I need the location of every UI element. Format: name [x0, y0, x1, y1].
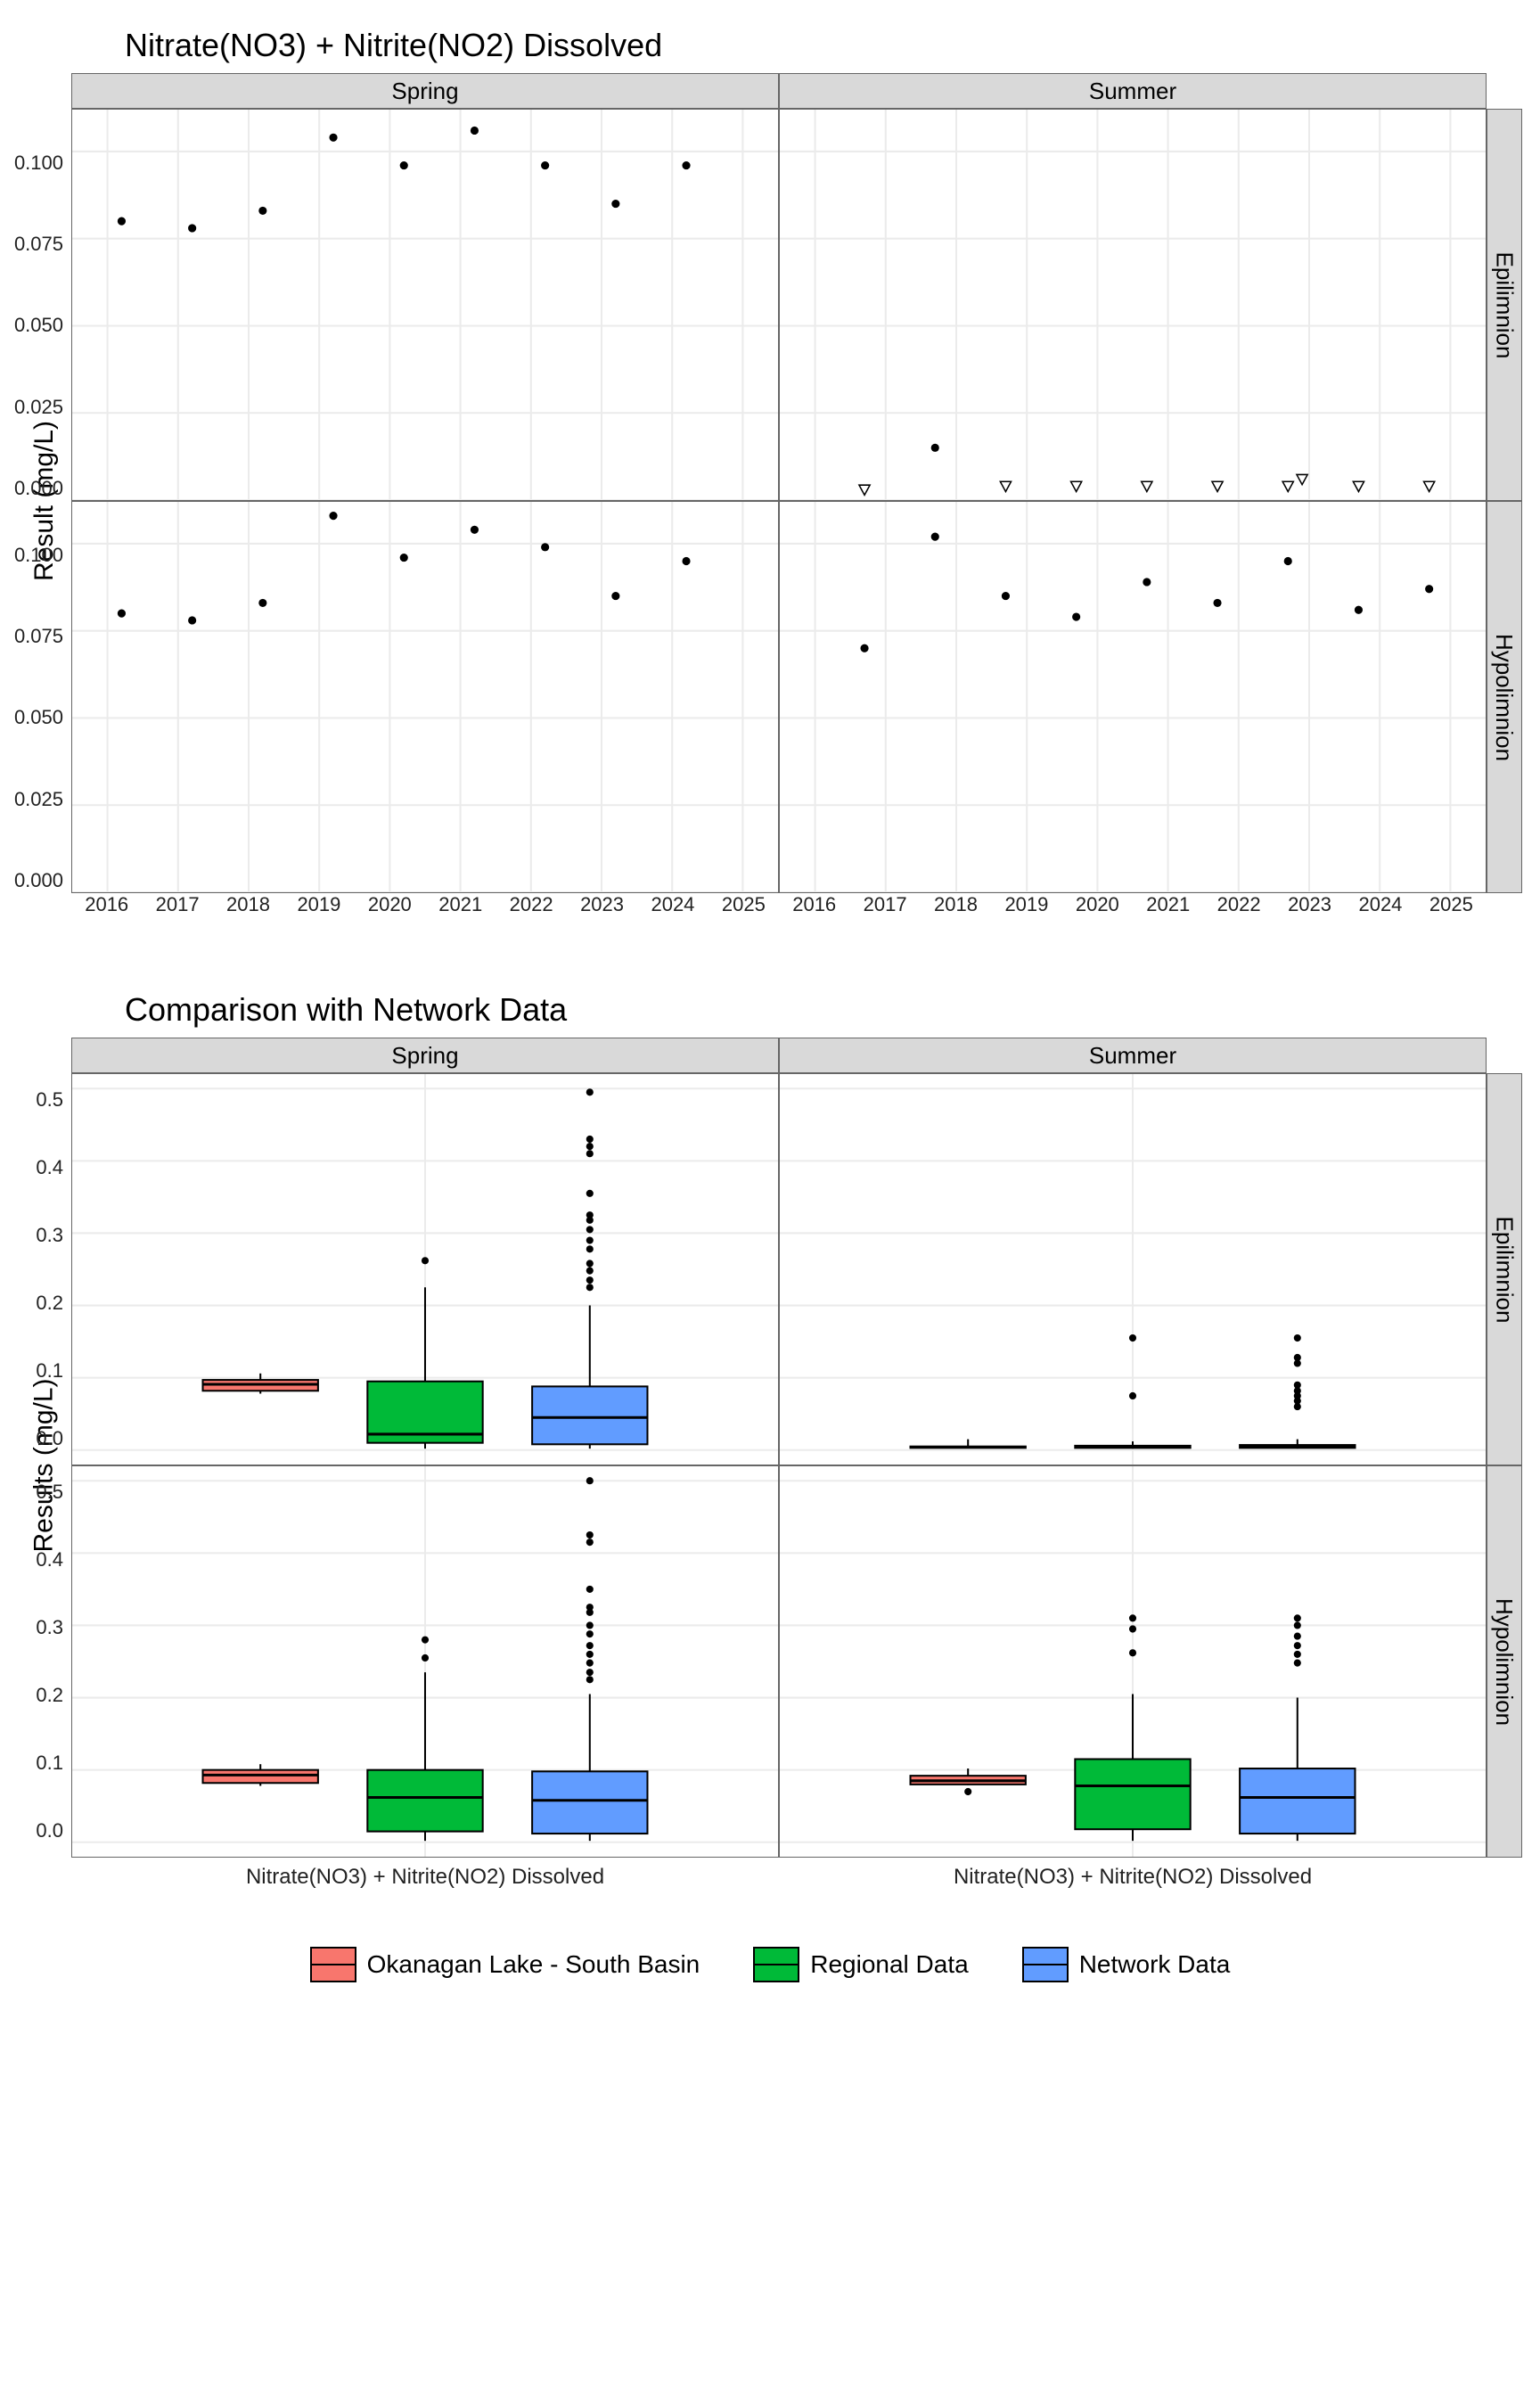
chart1-grid: Spring Summer Result (mg/L) 0.1000.0750.…: [18, 73, 1522, 929]
box-spring-hypo: 0.50.40.30.20.10.0: [71, 1465, 779, 1858]
box-spring-epi: 0.50.40.30.20.10.0: [71, 1073, 779, 1465]
facet2-col-summer: Summer: [779, 1038, 1487, 1073]
legend-label-network: Network Data: [1079, 1950, 1231, 1979]
box-summer-epi: [779, 1073, 1487, 1465]
chart1-title: Nitrate(NO3) + Nitrite(NO2) Dissolved: [125, 27, 1522, 64]
facet2-row-hypo: Hypolimnion: [1487, 1465, 1522, 1858]
box-summer-hypo: [779, 1465, 1487, 1858]
figure: Nitrate(NO3) + Nitrite(NO2) Dissolved Sp…: [18, 27, 1522, 1982]
legend-item-network: Network Data: [1022, 1947, 1231, 1982]
chart2-title: Comparison with Network Data: [125, 991, 1522, 1029]
panel-spring-hypo: 0.1000.0750.0500.0250.000: [71, 501, 779, 893]
chart1-xaxis-left: 2016201720182019202020212022202320242025: [71, 893, 779, 929]
chart2-xcat-right: Nitrate(NO3) + Nitrite(NO2) Dissolved: [779, 1858, 1487, 1893]
facet2-row-epi: Epilimnion: [1487, 1073, 1522, 1465]
chart2-grid: Spring Summer Results (mg/L) 0.50.40.30.…: [18, 1038, 1522, 1893]
chart2-xcat-left: Nitrate(NO3) + Nitrite(NO2) Dissolved: [71, 1858, 779, 1893]
legend-swatch-network: [1022, 1947, 1069, 1982]
legend: Okanagan Lake - South Basin Regional Dat…: [18, 1947, 1522, 1982]
panel-summer-epi: [779, 109, 1487, 501]
facet-col-spring: Spring: [71, 73, 779, 109]
chart1-xaxis-right: 2016201720182019202020212022202320242025: [779, 893, 1487, 929]
panel-summer-hypo: [779, 501, 1487, 893]
legend-item-regional: Regional Data: [753, 1947, 968, 1982]
legend-label-regional: Regional Data: [810, 1950, 968, 1979]
panel-spring-epi: 0.1000.0750.0500.0250.000: [71, 109, 779, 501]
facet2-col-spring: Spring: [71, 1038, 779, 1073]
facet-row-epi: Epilimnion: [1487, 109, 1522, 501]
facet-col-summer: Summer: [779, 73, 1487, 109]
legend-label-okanagan: Okanagan Lake - South Basin: [367, 1950, 700, 1979]
facet-row-hypo: Hypolimnion: [1487, 501, 1522, 893]
legend-swatch-okanagan: [310, 1947, 356, 1982]
legend-item-okanagan: Okanagan Lake - South Basin: [310, 1947, 700, 1982]
legend-swatch-regional: [753, 1947, 799, 1982]
